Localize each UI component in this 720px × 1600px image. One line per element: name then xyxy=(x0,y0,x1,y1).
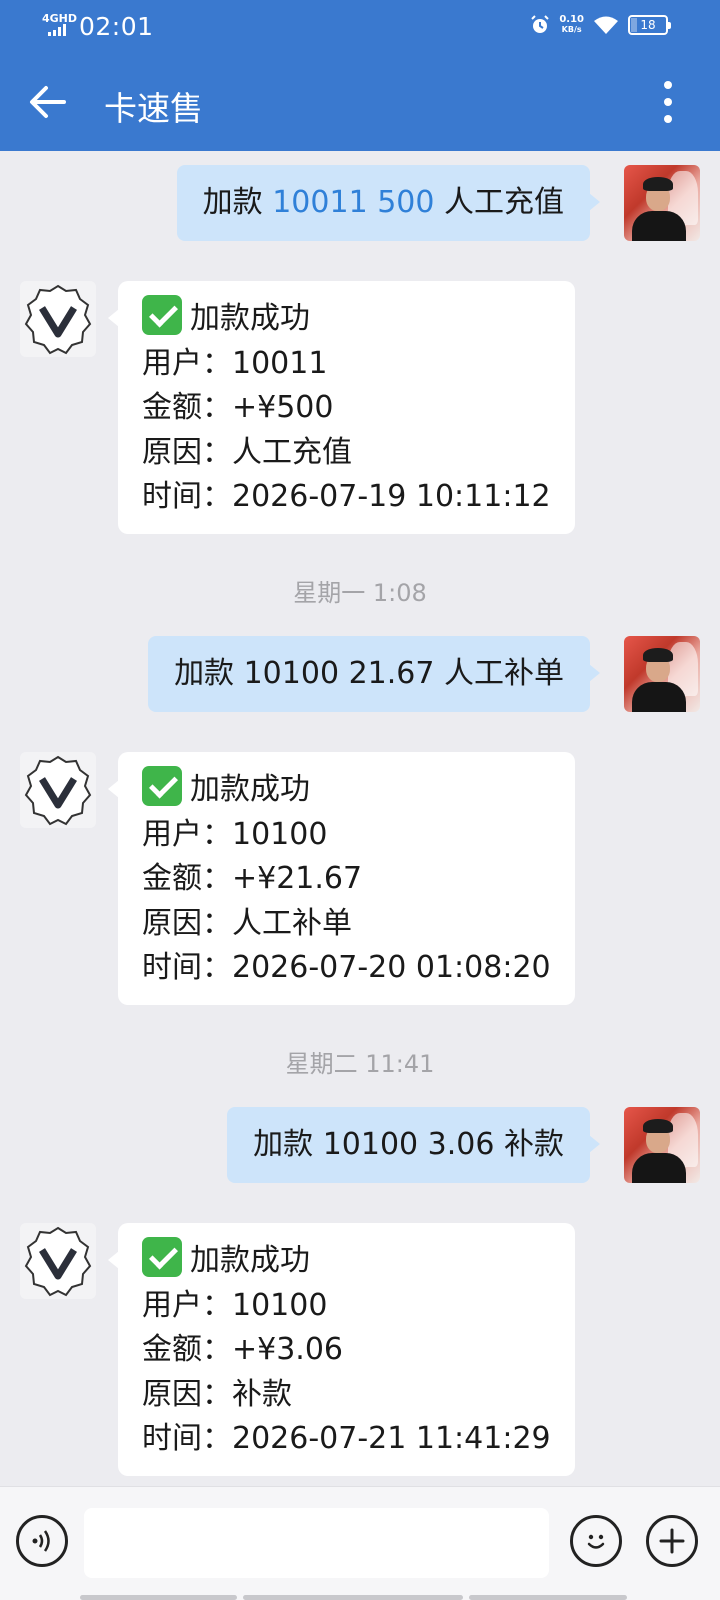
battery-fill xyxy=(631,18,638,32)
message-list[interactable]: 加款 10011 500 人工充值 加款成功 用户：10011 金额：+¥500… xyxy=(0,151,720,1486)
battery-level: 18 xyxy=(640,18,656,32)
command-prefix: 加款 xyxy=(202,185,273,220)
user-line: 用户：10011 xyxy=(142,345,328,381)
wifi-icon xyxy=(594,16,618,34)
speed-value: 0.10 xyxy=(559,14,584,25)
bot-avatar[interactable] xyxy=(20,1223,96,1299)
message-outgoing: 加款 10100 21.67 人工补单 xyxy=(0,636,720,712)
status-icons: 0.10 KB/s 18 xyxy=(530,15,671,35)
network-type: 4GHD xyxy=(42,12,78,25)
input-bar xyxy=(0,1486,720,1600)
amount-line: 金额：+¥21.67 xyxy=(142,861,363,896)
incoming-bubble[interactable]: 加款成功 用户：10011 金额：+¥500 原因：人工充值 时间：2026-0… xyxy=(108,281,575,534)
message-input[interactable] xyxy=(84,1508,549,1578)
incoming-bubble[interactable]: 加款成功 用户：10100 金额：+¥3.06 原因：补款 时间：2026-07… xyxy=(108,1223,575,1476)
gesture-bar-segment xyxy=(469,1595,627,1600)
message-outgoing: 加款 10011 500 人工充值 xyxy=(0,165,720,241)
reason-line: 原因：人工补单 xyxy=(142,905,352,941)
speed-unit: KB/s xyxy=(561,25,582,34)
bot-logo-icon xyxy=(24,284,92,355)
gesture-bar-segment xyxy=(80,1595,237,1600)
voice-button[interactable] xyxy=(16,1515,68,1567)
bot-logo-icon xyxy=(24,755,92,826)
gesture-bar-segment xyxy=(243,1595,463,1600)
alarm-icon xyxy=(531,15,550,33)
message-outgoing: 加款 10100 3.06 补款 xyxy=(0,1107,720,1183)
battery-icon: 18 xyxy=(628,15,671,35)
reason-line: 原因：补款 xyxy=(142,1376,292,1412)
user-avatar[interactable] xyxy=(624,165,700,241)
back-button[interactable] xyxy=(24,78,72,126)
more-options-button[interactable] xyxy=(656,78,680,126)
check-icon xyxy=(142,1237,182,1277)
plus-icon xyxy=(659,1528,685,1554)
status-line: 加款成功 xyxy=(142,1237,551,1284)
timestamp: 星期二 11:41 xyxy=(285,1050,435,1078)
incoming-bubble[interactable]: 加款成功 用户：10100 金额：+¥21.67 原因：人工补单 时间：2026… xyxy=(108,752,575,1005)
status-text: 加款成功 xyxy=(190,772,310,807)
status-text: 加款成功 xyxy=(190,301,310,336)
amount-line: 金额：+¥500 xyxy=(142,390,334,425)
user-line: 用户：10100 xyxy=(142,1287,328,1323)
check-icon xyxy=(142,295,182,335)
user-avatar[interactable] xyxy=(624,1107,700,1183)
time-line: 时间：2026-07-21 11:41:29 xyxy=(142,1421,551,1456)
status-line: 加款成功 xyxy=(142,766,551,813)
emoji-icon xyxy=(587,1534,605,1549)
chat-screen: 4GHD 02:01 0.10 KB/s 18 卡速售 加款 10011 500… xyxy=(0,0,720,1600)
emoji-button[interactable] xyxy=(570,1515,622,1567)
amount-line: 金额：+¥3.06 xyxy=(142,1332,344,1367)
more-vertical-icon xyxy=(664,81,672,89)
time-line: 时间：2026-07-20 01:08:20 xyxy=(142,950,551,985)
command-suffix: 人工充值 xyxy=(434,185,564,220)
back-arrow-icon xyxy=(30,86,66,118)
status-text: 加款成功 xyxy=(190,1243,310,1278)
outgoing-bubble[interactable]: 加款 10100 3.06 补款 xyxy=(227,1107,600,1183)
clock: 02:01 xyxy=(79,12,154,41)
signal-icon xyxy=(48,24,66,36)
voice-icon xyxy=(32,1530,50,1552)
timestamp: 星期一 1:08 xyxy=(293,579,427,607)
status-line: 加款成功 xyxy=(142,295,551,342)
page-title: 卡速售 xyxy=(104,89,203,128)
check-icon xyxy=(142,766,182,806)
outgoing-bubble[interactable]: 加款 10011 500 人工充值 xyxy=(176,165,601,241)
status-bar: 4GHD 02:01 0.10 KB/s 18 xyxy=(0,0,720,54)
app-header: 卡速售 xyxy=(0,54,720,151)
command-link[interactable]: 10011 500 xyxy=(272,185,434,220)
user-avatar[interactable] xyxy=(624,636,700,712)
network-speed: 0.10 KB/s xyxy=(559,15,584,35)
bot-logo-icon xyxy=(24,1226,92,1297)
reason-line: 原因：人工充值 xyxy=(142,434,352,470)
user-line: 用户：10100 xyxy=(142,816,328,852)
outgoing-bubble[interactable]: 加款 10100 21.67 人工补单 xyxy=(148,636,600,712)
time-line: 时间：2026-07-19 10:11:12 xyxy=(142,479,551,514)
bot-avatar[interactable] xyxy=(20,752,96,828)
more-actions-button[interactable] xyxy=(646,1515,698,1567)
bot-avatar[interactable] xyxy=(20,281,96,357)
